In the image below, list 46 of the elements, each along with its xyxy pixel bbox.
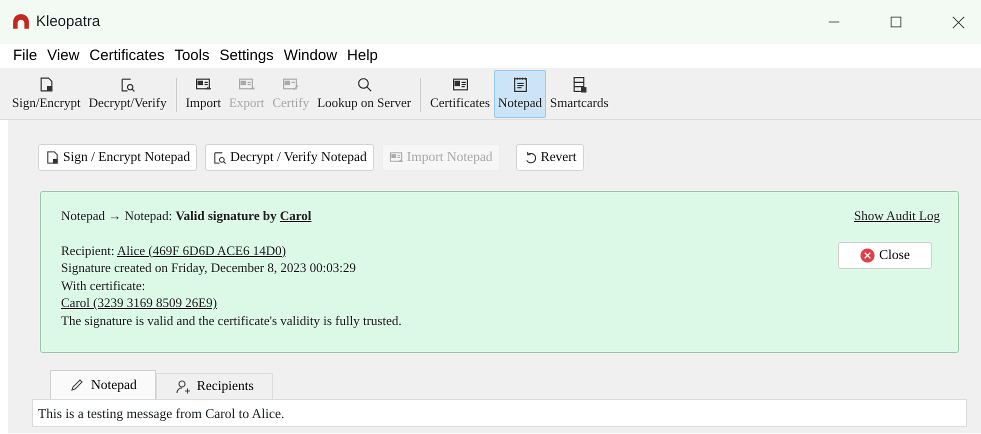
audit-log-link[interactable]: Show Audit Log <box>854 206 940 226</box>
toolbar-button[interactable]: Certificates <box>426 70 494 118</box>
toolbar-button[interactable]: Notepad <box>494 70 546 118</box>
card-pen-icon <box>282 76 300 93</box>
signer-link[interactable]: Carol <box>280 208 312 223</box>
menu-item[interactable]: Certificates <box>84 44 170 68</box>
document-icon <box>45 150 60 165</box>
toolbar-button[interactable]: Sign/Encrypt <box>8 70 85 118</box>
document-search-icon <box>212 150 228 165</box>
maximize-icon <box>890 16 902 28</box>
tab[interactable]: Recipients <box>156 373 273 399</box>
action-button[interactable]: Decrypt / Verify Notepad <box>205 144 374 171</box>
text-editor[interactable]: This is a testing message from Carol to Alice. <box>32 399 967 427</box>
action-button[interactable]: Sign / Encrypt Notepad <box>38 144 198 171</box>
document-search-icon <box>119 76 136 93</box>
recipient-link[interactable]: Alice (469F 6D6D ACE6 14D0) <box>116 242 286 258</box>
id-card-icon <box>452 76 469 93</box>
toolbar-button[interactable]: Import <box>182 70 225 118</box>
notepad-icon <box>512 76 528 93</box>
signature-heading: Notepad → Notepad: Valid signature by Carol <box>61 207 312 225</box>
pencil-icon <box>69 377 85 393</box>
toolbar-button[interactable]: Decrypt/Verify <box>84 70 171 118</box>
window-title: Kleopatra <box>36 12 102 32</box>
info-text: The signature is valid and the certificate's validity is fully trusted. <box>61 312 403 330</box>
close-icon <box>952 16 964 28</box>
info-text: With certificate: <box>61 276 146 294</box>
menu-item[interactable]: Settings <box>214 44 279 68</box>
menu-item[interactable]: Tools <box>169 44 214 68</box>
menu-item[interactable]: File <box>8 44 42 68</box>
search-icon <box>356 76 373 93</box>
recipient-line: Recipient: Alice (469F 6D6D ACE6 14D0) <box>61 242 287 260</box>
app-logo-icon <box>12 13 30 31</box>
close-result-button[interactable]: Close <box>838 242 932 268</box>
toolbar-button[interactable]: Lookup on Server <box>313 70 416 118</box>
menu-item[interactable]: View <box>42 44 84 68</box>
person-add-icon <box>174 378 191 394</box>
action-button[interactable]: Revert <box>516 144 584 171</box>
menu-item[interactable]: Help <box>342 44 383 68</box>
smartcard-icon <box>570 76 588 93</box>
menu-item[interactable]: Window <box>278 44 342 68</box>
certificate-link[interactable]: Carol (3239 3169 8509 26E9) <box>61 295 217 310</box>
info-text: Signature created on Friday, December 8, 2023 00:03:29 <box>61 259 357 277</box>
cancel-icon <box>860 248 876 262</box>
tab[interactable]: Notepad <box>50 370 156 399</box>
toolbar-button[interactable]: Smartcards <box>546 70 613 118</box>
document-icon <box>38 76 55 93</box>
